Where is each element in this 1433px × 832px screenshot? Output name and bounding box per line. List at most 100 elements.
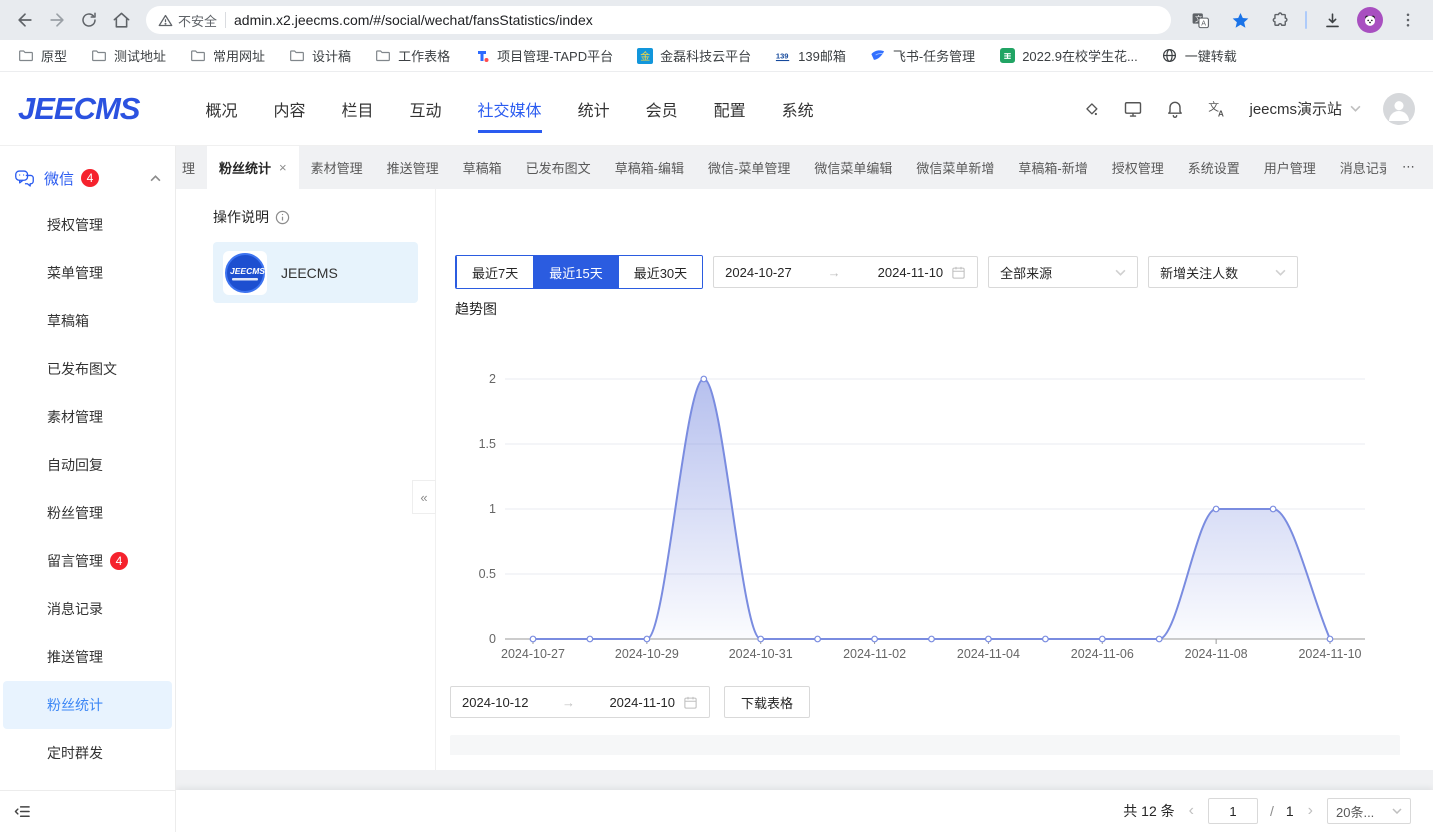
bookmark-item[interactable]: 测试地址 [91,46,166,65]
sidebar-item[interactable]: 定时群发 [3,729,172,777]
nav-item[interactable]: 内容 [274,91,306,127]
monitor-icon[interactable] [1123,99,1143,119]
tab[interactable]: 草稿箱-新增 [1006,145,1099,189]
nav-item[interactable]: 统计 [578,91,610,127]
nav-item[interactable]: 会员 [646,91,678,127]
nav-item[interactable]: 栏目 [342,91,374,127]
end-date[interactable]: 2024-11-10 [849,265,944,280]
sidebar-item[interactable]: 素材管理 [3,393,172,441]
svg-text:A: A [1218,108,1224,118]
tab[interactable]: 已发布图文 [514,145,603,189]
wechat-account-card[interactable]: JEECMS JEECMS [213,242,418,303]
start-date[interactable]: 2024-10-27 [725,265,820,280]
range-button[interactable]: 最近30天 [618,256,702,288]
collapse-sidebar-icon[interactable] [14,804,31,819]
page-input[interactable] [1208,798,1258,824]
sidebar-item[interactable]: 留言管理 4 [3,537,172,585]
user-avatar[interactable] [1383,93,1415,125]
bookmark-item[interactable]: 常用网址 [190,46,265,65]
tab[interactable]: 草稿箱 [451,145,514,189]
forward-icon[interactable] [42,5,72,35]
tab[interactable]: 授权管理 [1100,145,1176,189]
more-tabs-button[interactable]: ⋯ [1386,145,1433,189]
bookmarks-bar: 原型 测试地址 常用网址 设计稿 工作表格 项目管理-TAPD平台 金金磊科技云… [0,40,1433,72]
bookmark-item[interactable]: 飞书-任务管理 [870,46,975,65]
sidebar-item[interactable]: 已发布图文 [3,345,172,393]
bookmark-item[interactable]: 139139邮箱 [775,46,846,65]
chart-date-range[interactable]: 2024-10-27 → 2024-11-10 [713,256,978,288]
sidebar-item[interactable]: 消息记录 [3,585,172,633]
content-area: 理 粉丝统计 × 素材管理 推送管理 [176,145,1433,832]
metric-select[interactable]: 新增关注人数 [1148,256,1298,288]
nav-item[interactable]: 社交媒体 [478,91,542,127]
tab[interactable]: 系统设置 [1176,145,1252,189]
nav-item[interactable]: 概况 [205,91,237,127]
reload-icon[interactable] [74,5,104,35]
tab[interactable]: 理 [176,145,207,189]
end-date[interactable]: 2024-11-10 [583,695,675,710]
nav-item[interactable]: 互动 [410,91,442,127]
tab[interactable]: 微信-菜单管理 [696,145,802,189]
folder-icon [91,48,107,64]
sidebar-item[interactable]: 授权管理 [3,201,172,249]
site-select[interactable]: jeecms演示站 [1249,98,1361,119]
security-chip[interactable]: 不安全 [158,11,217,30]
sidebar-item[interactable]: 推送管理 [3,633,172,681]
tab[interactable]: 粉丝统计 × [207,145,299,189]
close-icon[interactable]: × [279,160,287,175]
extensions-icon[interactable] [1265,5,1295,35]
chevron-up-icon[interactable] [150,175,161,182]
browser-menu-icon[interactable] [1393,5,1423,35]
tab[interactable]: 微信菜单编辑 [802,145,904,189]
url-text[interactable]: admin.x2.jeecms.com/#/social/wechat/fans… [234,12,593,28]
tab[interactable]: 草稿箱-编辑 [603,145,696,189]
prev-page-icon[interactable]: ‹ [1187,802,1196,820]
translate-page-icon[interactable]: 文A [1185,5,1215,35]
translate-icon[interactable]: 文A [1207,99,1227,119]
table-date-range[interactable]: 2024-10-12 → 2024-11-10 [450,686,710,718]
sidebar-group-wechat[interactable]: 微信 4 [0,155,175,201]
bookmark-item[interactable]: 工作表格 [375,46,450,65]
download-table-button[interactable]: 下载表格 [724,686,810,718]
bookmark-item[interactable]: 金金磊科技云平台 [637,46,751,65]
browser-profile-avatar[interactable] [1357,7,1383,33]
bookmark-item[interactable]: 项目管理-TAPD平台 [474,46,613,65]
sidebar-item[interactable]: 粉丝统计 [3,681,172,729]
range-button[interactable]: 最近15天 [533,256,617,288]
tab[interactable]: 用户管理 [1252,145,1328,189]
sidebar-item[interactable]: 菜单管理 [3,249,172,297]
bookmark-item[interactable]: 设计稿 [289,46,351,65]
sheet-icon [999,48,1015,64]
skin-icon[interactable] [1082,99,1101,118]
sidebar-item[interactable]: 草稿箱 [3,297,172,345]
nav-item[interactable]: 配置 [714,91,746,127]
tab[interactable]: 消息记录 [1328,145,1386,189]
sidebar-item[interactable]: 粉丝管理 [3,489,172,537]
downloads-icon[interactable] [1317,5,1347,35]
main-panel: 操作说明 JEECMS JEECMS « 最近7天 最近15天 [176,189,1433,770]
back-icon[interactable] [10,5,40,35]
next-page-icon[interactable]: › [1306,802,1315,820]
source-select[interactable]: 全部来源 [988,256,1138,288]
nav-item[interactable]: 系统 [782,91,814,127]
bookmark-star-icon[interactable] [1225,5,1255,35]
tab[interactable]: 微信菜单新增 [904,145,1006,189]
bookmark-item[interactable]: 原型 [18,46,67,65]
bookmark-item[interactable]: 2022.9在校学生花... [999,46,1138,65]
tab[interactable]: 素材管理 [299,145,375,189]
bookmark-item[interactable]: 一键转载 [1162,46,1237,65]
bell-icon[interactable] [1165,99,1185,119]
info-icon[interactable] [275,210,290,225]
range-button[interactable]: 最近7天 [456,256,533,288]
sidebar-item[interactable]: 自动回复 [3,441,172,489]
tab[interactable]: 推送管理 [375,145,451,189]
url-bar[interactable]: 不安全 admin.x2.jeecms.com/#/social/wechat/… [146,6,1171,34]
jeecms-logo[interactable]: JEECMS [18,91,139,127]
mail139-icon: 139 [775,48,791,64]
chevron-down-icon [1392,808,1402,814]
total-pages: 1 [1286,803,1294,819]
home-icon[interactable] [106,5,136,35]
start-date[interactable]: 2024-10-12 [462,695,554,710]
page-size-select[interactable]: 20条... [1327,798,1411,824]
collapse-panel-handle[interactable]: « [412,480,436,514]
